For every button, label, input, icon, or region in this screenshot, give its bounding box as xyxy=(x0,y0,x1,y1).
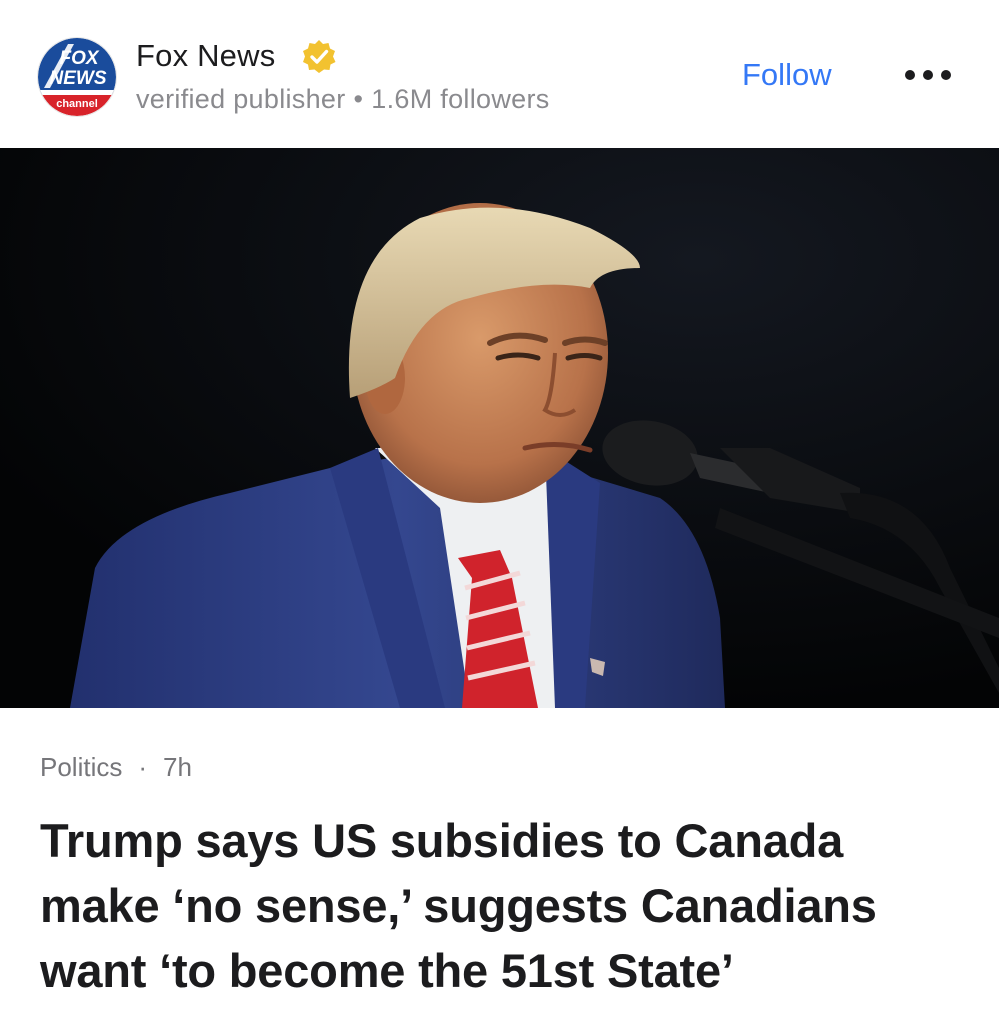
publisher-descriptor: verified publisher xyxy=(136,84,346,114)
article-meta: Politics · 7h xyxy=(40,752,192,783)
more-options-icon[interactable] xyxy=(905,64,955,86)
logo-text-news: NEWS xyxy=(50,68,107,89)
follow-button[interactable]: Follow xyxy=(742,57,832,93)
follower-count: 1.6M followers xyxy=(371,84,550,114)
more-dot xyxy=(905,70,915,80)
verified-badge-icon xyxy=(300,38,338,76)
meta-separator: · xyxy=(138,752,148,782)
article-age: 7h xyxy=(163,752,192,782)
article-category[interactable]: Politics xyxy=(40,752,122,782)
publisher-header: FOX NEWS channel Fox News verified publi… xyxy=(0,0,999,148)
logo-text-fox: FOX xyxy=(59,48,99,69)
publisher-meta: verified publisher • 1.6M followers xyxy=(136,84,550,115)
article-headline[interactable]: Trump says US subsidies to Canada make ‘… xyxy=(40,808,960,1003)
logo-text-channel: channel xyxy=(56,98,98,110)
fox-news-logo[interactable]: FOX NEWS channel xyxy=(38,38,116,116)
meta-separator: • xyxy=(353,84,364,114)
publisher-name[interactable]: Fox News xyxy=(136,38,275,74)
more-dot xyxy=(941,70,951,80)
article-hero-image[interactable] xyxy=(0,148,999,708)
more-dot xyxy=(923,70,933,80)
